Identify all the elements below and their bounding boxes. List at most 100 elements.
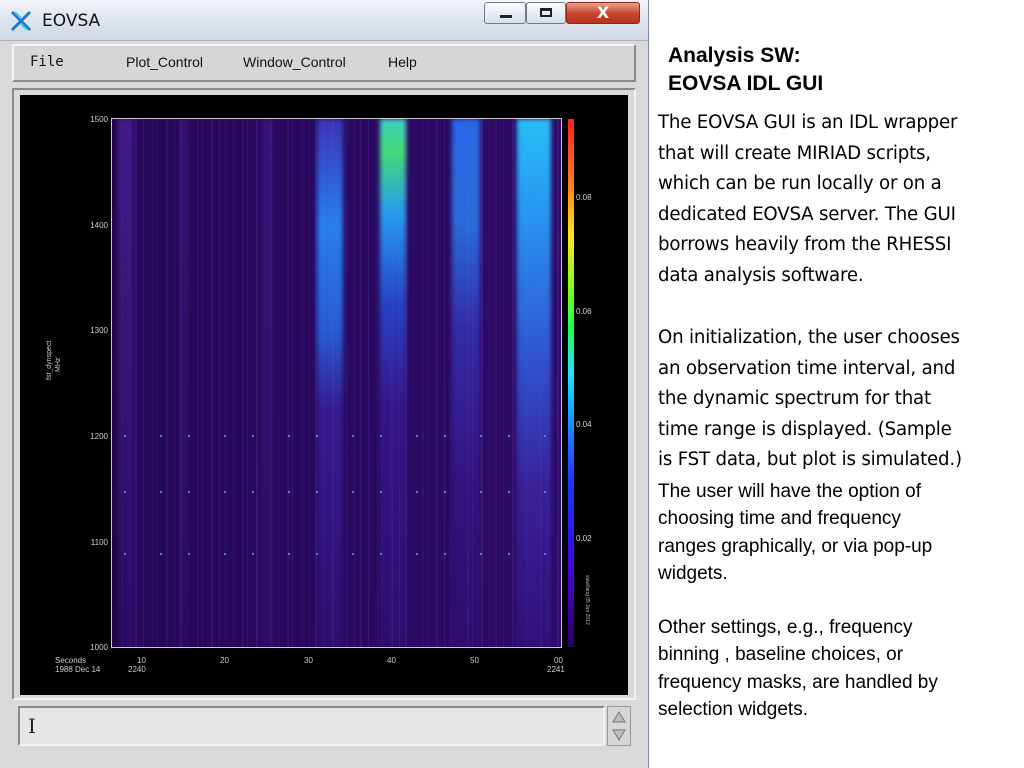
spectrum-striation	[511, 119, 514, 647]
x-axis-end-time: 2241	[547, 665, 565, 674]
text-cursor: I	[28, 714, 36, 738]
spectrum-striation	[427, 119, 428, 647]
rfi-dot	[316, 491, 318, 493]
menu-window-control[interactable]: Window_Control	[243, 54, 346, 70]
dynamic-spectrum-plot[interactable]: 1500 1400 1300 1200 1100 1000 10 20 30 4…	[20, 95, 628, 695]
rfi-dot	[480, 435, 482, 437]
rfi-dot	[316, 435, 318, 437]
rfi-dot	[252, 491, 254, 493]
plot-frame-right	[561, 118, 562, 648]
paragraph-line: The user will have the option of	[658, 481, 921, 502]
spectrum-striation	[368, 119, 369, 647]
paragraph-line: time range is displayed. (Sample	[658, 418, 952, 440]
rfi-dot	[224, 491, 226, 493]
eovsa-app-icon	[10, 10, 32, 32]
colorbar-side-note: slew/lang 05 Jan 2012	[580, 575, 590, 645]
rfi-dot	[380, 435, 382, 437]
rfi-dot	[288, 491, 290, 493]
paragraph-line: the dynamic spectrum for that	[658, 388, 931, 410]
text-scrollbar[interactable]	[607, 706, 631, 746]
paragraph-line: is FST data, but plot is simulated.)	[658, 449, 962, 471]
x-tick-label: 50	[470, 656, 479, 665]
spectrum-striation	[494, 119, 497, 647]
paragraph-line: selection widgets.	[658, 698, 808, 720]
maximize-icon	[540, 8, 552, 17]
spectrum-striation	[233, 119, 234, 647]
colorbar-tick-label: 0.06	[576, 307, 592, 316]
maximize-button[interactable]	[526, 2, 566, 24]
x-tick-label: 00	[554, 656, 563, 665]
eovsa-window: EOVSA X File Plot_Control Window_Control…	[0, 0, 649, 768]
rfi-dot	[544, 491, 546, 493]
rfi-dot	[416, 553, 418, 555]
spectrum-striation	[151, 119, 154, 647]
spectrum-striation	[359, 119, 362, 647]
spectrum-heatmap[interactable]	[112, 119, 561, 647]
menu-file[interactable]: File	[30, 54, 64, 70]
command-text-field[interactable]: I	[18, 706, 605, 746]
rfi-dot	[480, 553, 482, 555]
scroll-up-arrow-icon[interactable]	[611, 709, 627, 725]
rfi-dot	[160, 553, 162, 555]
rfi-dot	[444, 491, 446, 493]
window-title: EOVSA	[42, 11, 101, 31]
menu-help[interactable]: Help	[388, 54, 417, 70]
title-bar[interactable]: EOVSA X	[0, 0, 648, 41]
spectrum-striation	[354, 119, 355, 647]
slide-heading: Analysis SW: EOVSA IDL GUI	[668, 42, 823, 98]
paragraph-line: On initialization, the user chooses	[658, 327, 960, 348]
y-tick-label: 1100	[90, 538, 108, 547]
rfi-dot	[188, 491, 190, 493]
plot-frame-top	[111, 118, 562, 119]
spectrum-striation	[489, 119, 490, 647]
rfi-dot	[416, 435, 418, 437]
spectrum-striation	[165, 119, 168, 647]
spectrum-striation	[219, 119, 220, 647]
paragraph-line: dedicated EOVSA server. The GUI	[658, 203, 956, 225]
spectrum-striation	[174, 119, 175, 647]
paragraph-gui-description: The EOVSA GUI is an IDL wrapper that wil…	[658, 108, 957, 292]
rfi-dot	[352, 435, 354, 437]
paragraph-line: binning , baseline choices, or	[658, 644, 904, 666]
rfi-dot	[380, 553, 382, 555]
x-tick-label: 30	[304, 656, 313, 665]
spectrum-striation	[112, 119, 113, 647]
rfi-dot	[160, 491, 162, 493]
spectrum-striation	[188, 119, 189, 647]
y-tick-label: 1200	[90, 432, 108, 441]
x-axis-start-time: 2240	[128, 665, 146, 674]
rfi-dot	[444, 553, 446, 555]
paragraph-line: Other settings, e.g., frequency	[658, 617, 913, 638]
heading-line: EOVSA IDL GUI	[668, 72, 824, 95]
paragraph-line: an observation time interval, and	[658, 357, 956, 379]
rfi-dot	[160, 435, 162, 437]
rfi-dot	[252, 435, 254, 437]
emission-band	[380, 119, 406, 647]
rfi-dot	[252, 553, 254, 555]
rfi-dot	[288, 435, 290, 437]
emission-band	[452, 119, 480, 647]
paragraph-line: which can be run locally or on a	[658, 173, 942, 195]
spectrum-striation	[444, 119, 445, 647]
x-tick-label: 20	[220, 656, 229, 665]
spectrum-striation	[503, 119, 504, 647]
menu-plot-control[interactable]: Plot_Control	[126, 54, 203, 70]
spectrum-striation	[134, 119, 137, 647]
paragraph-line: that will create MIRIAD scripts,	[658, 142, 931, 164]
minimize-button[interactable]	[484, 2, 526, 24]
spectrum-striation	[421, 119, 424, 647]
spectrum-striation	[309, 119, 310, 647]
paragraph-line: widgets.	[658, 562, 728, 584]
spectrum-striation	[292, 119, 293, 647]
paragraph-other-settings: Other settings, e.g., frequency binning …	[658, 614, 938, 723]
rfi-dot	[508, 491, 510, 493]
spectrum-striation	[435, 119, 438, 647]
scroll-down-arrow-icon[interactable]	[611, 727, 627, 743]
spectrum-striation	[376, 119, 379, 647]
spectrum-striation	[247, 119, 248, 647]
close-button[interactable]: X	[566, 2, 640, 24]
colorbar-side-text: slew/lang 05 Jan 2012	[584, 575, 590, 625]
rfi-dot	[416, 491, 418, 493]
rfi-dot	[544, 435, 546, 437]
rfi-dot	[352, 491, 354, 493]
